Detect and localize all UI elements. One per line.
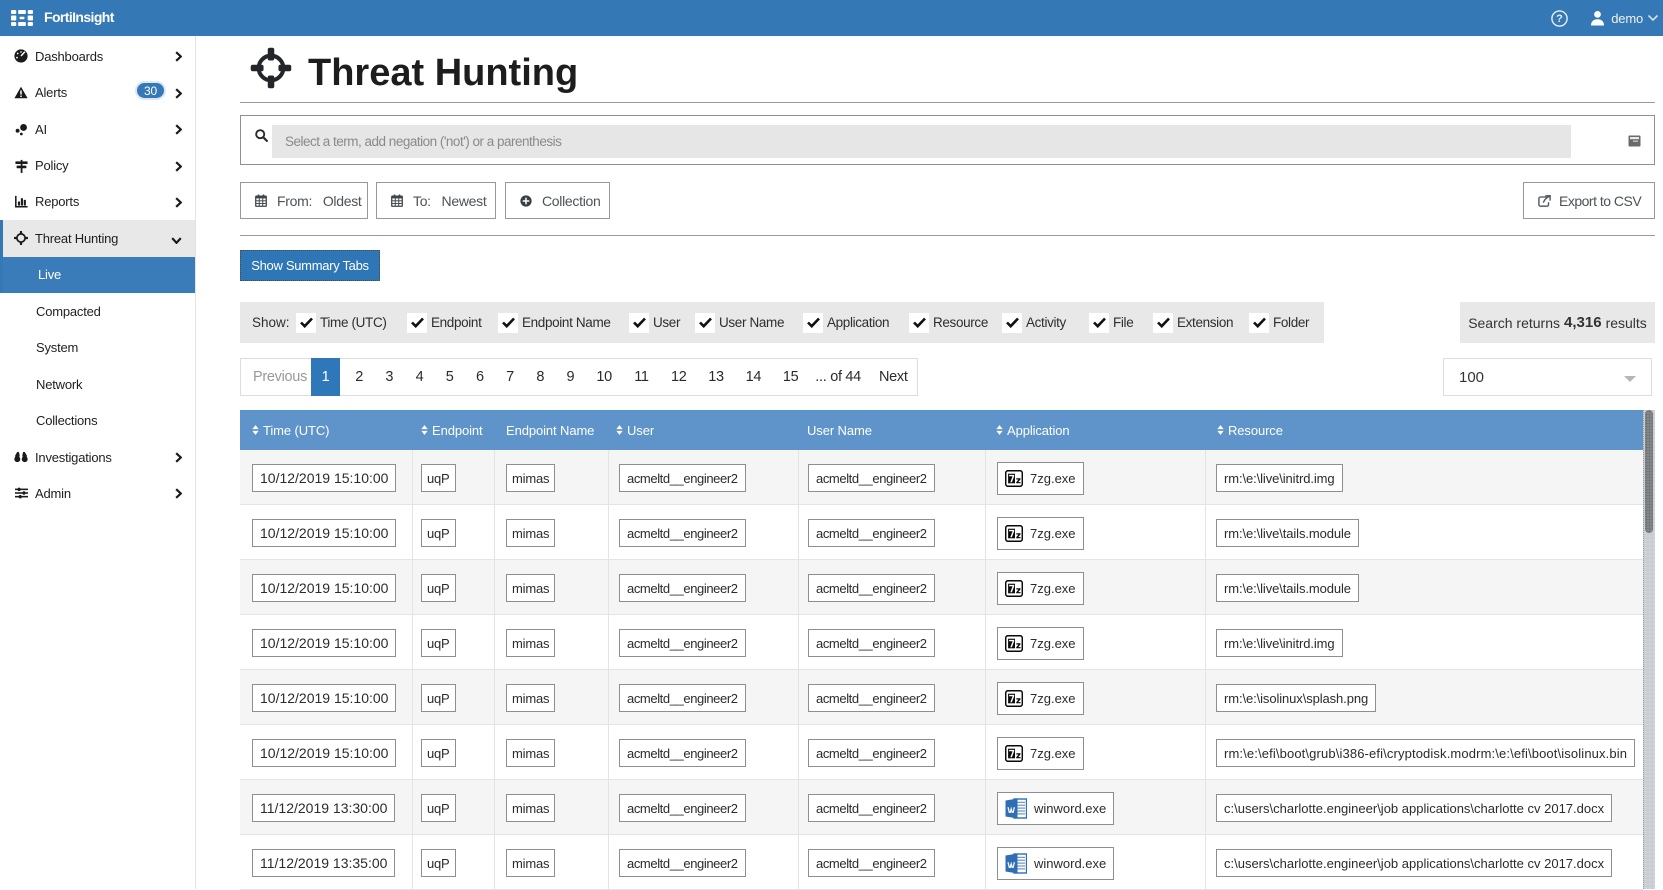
svg-text:?: ? xyxy=(1556,13,1563,25)
